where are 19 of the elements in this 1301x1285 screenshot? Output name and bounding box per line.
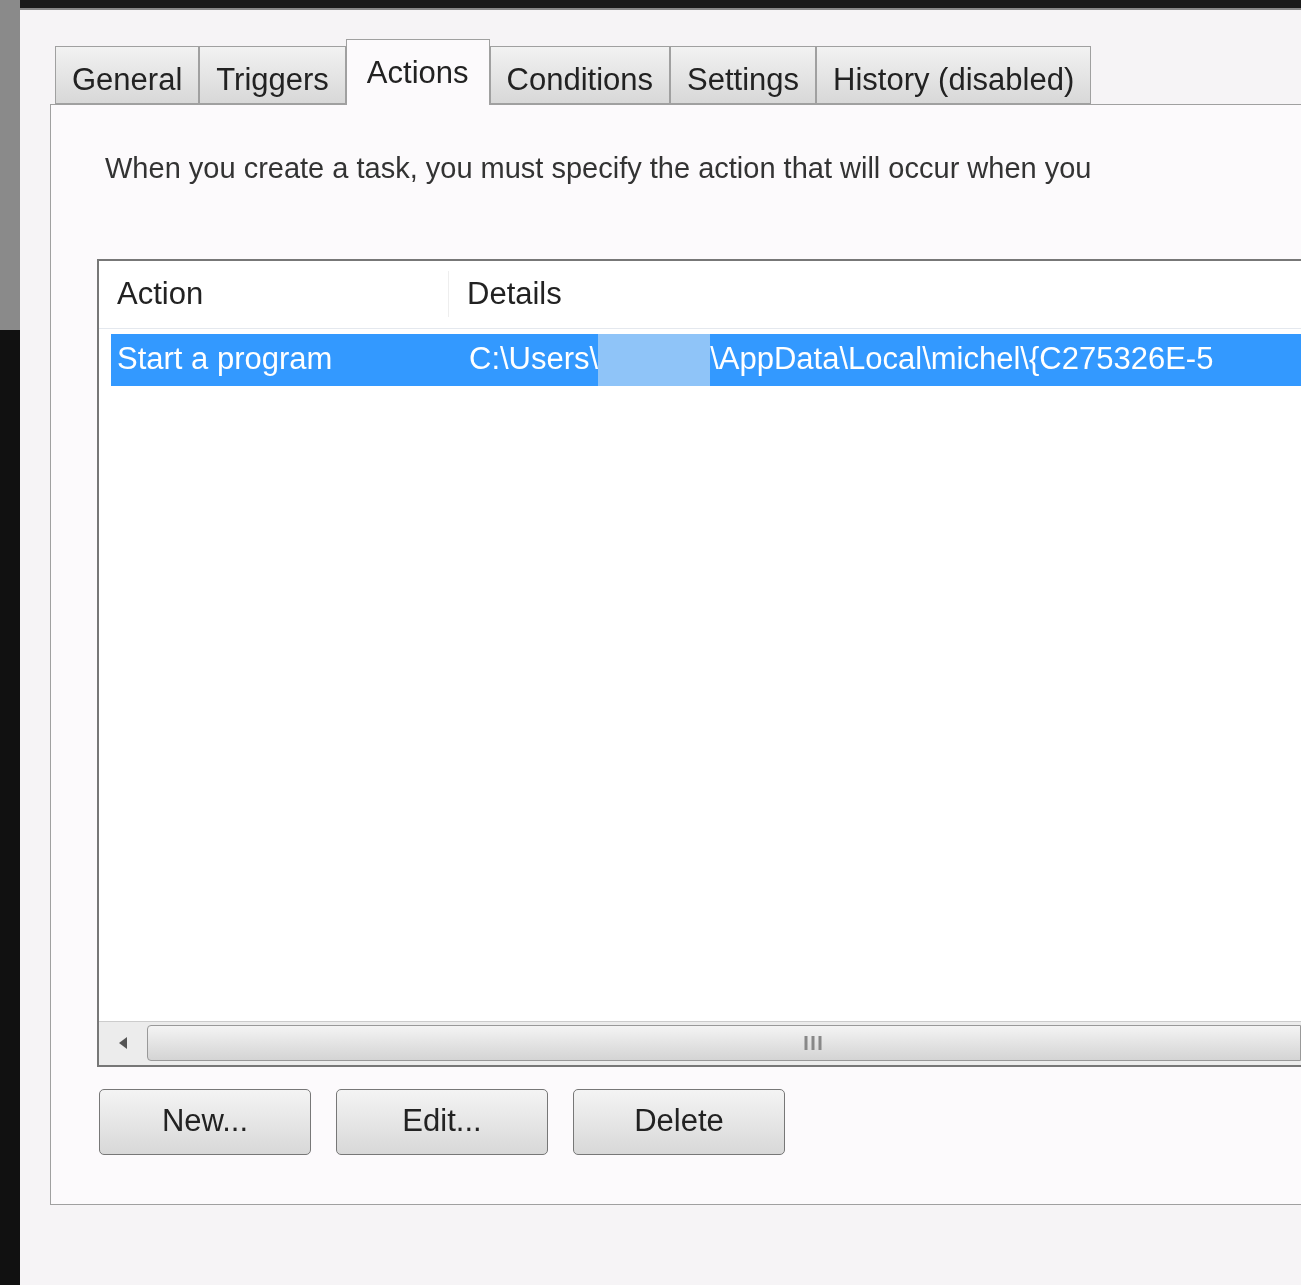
table-cell-text: C:\Users\ bbox=[468, 340, 599, 379]
scrollbar-thumb[interactable] bbox=[147, 1025, 1301, 1061]
scroll-left-icon[interactable] bbox=[117, 1036, 129, 1050]
tab[interactable]: Conditions bbox=[489, 46, 670, 104]
horizontal-scrollbar[interactable] bbox=[99, 1020, 1301, 1065]
tab[interactable]: Settings bbox=[670, 46, 816, 104]
table-cell-text: Start a program bbox=[116, 340, 334, 379]
tab[interactable]: Actions bbox=[345, 39, 490, 105]
tab[interactable]: General bbox=[55, 46, 200, 104]
action-button[interactable]: Delete bbox=[573, 1088, 785, 1155]
tab[interactable]: Triggers bbox=[199, 46, 346, 104]
column-header[interactable]: Action bbox=[99, 270, 449, 318]
description-text: When you create a task, you must specify the action that will occur when you bbox=[105, 151, 1093, 186]
table-cell-text: \AppData\Local\michel\{C275326E-5 bbox=[710, 340, 1214, 379]
grip-icon bbox=[803, 1035, 825, 1051]
tab[interactable]: History (disabled) bbox=[816, 46, 1092, 104]
action-button[interactable]: Edit... bbox=[336, 1088, 548, 1155]
action-button[interactable]: New... bbox=[99, 1088, 311, 1155]
column-header[interactable]: Details bbox=[449, 270, 562, 318]
